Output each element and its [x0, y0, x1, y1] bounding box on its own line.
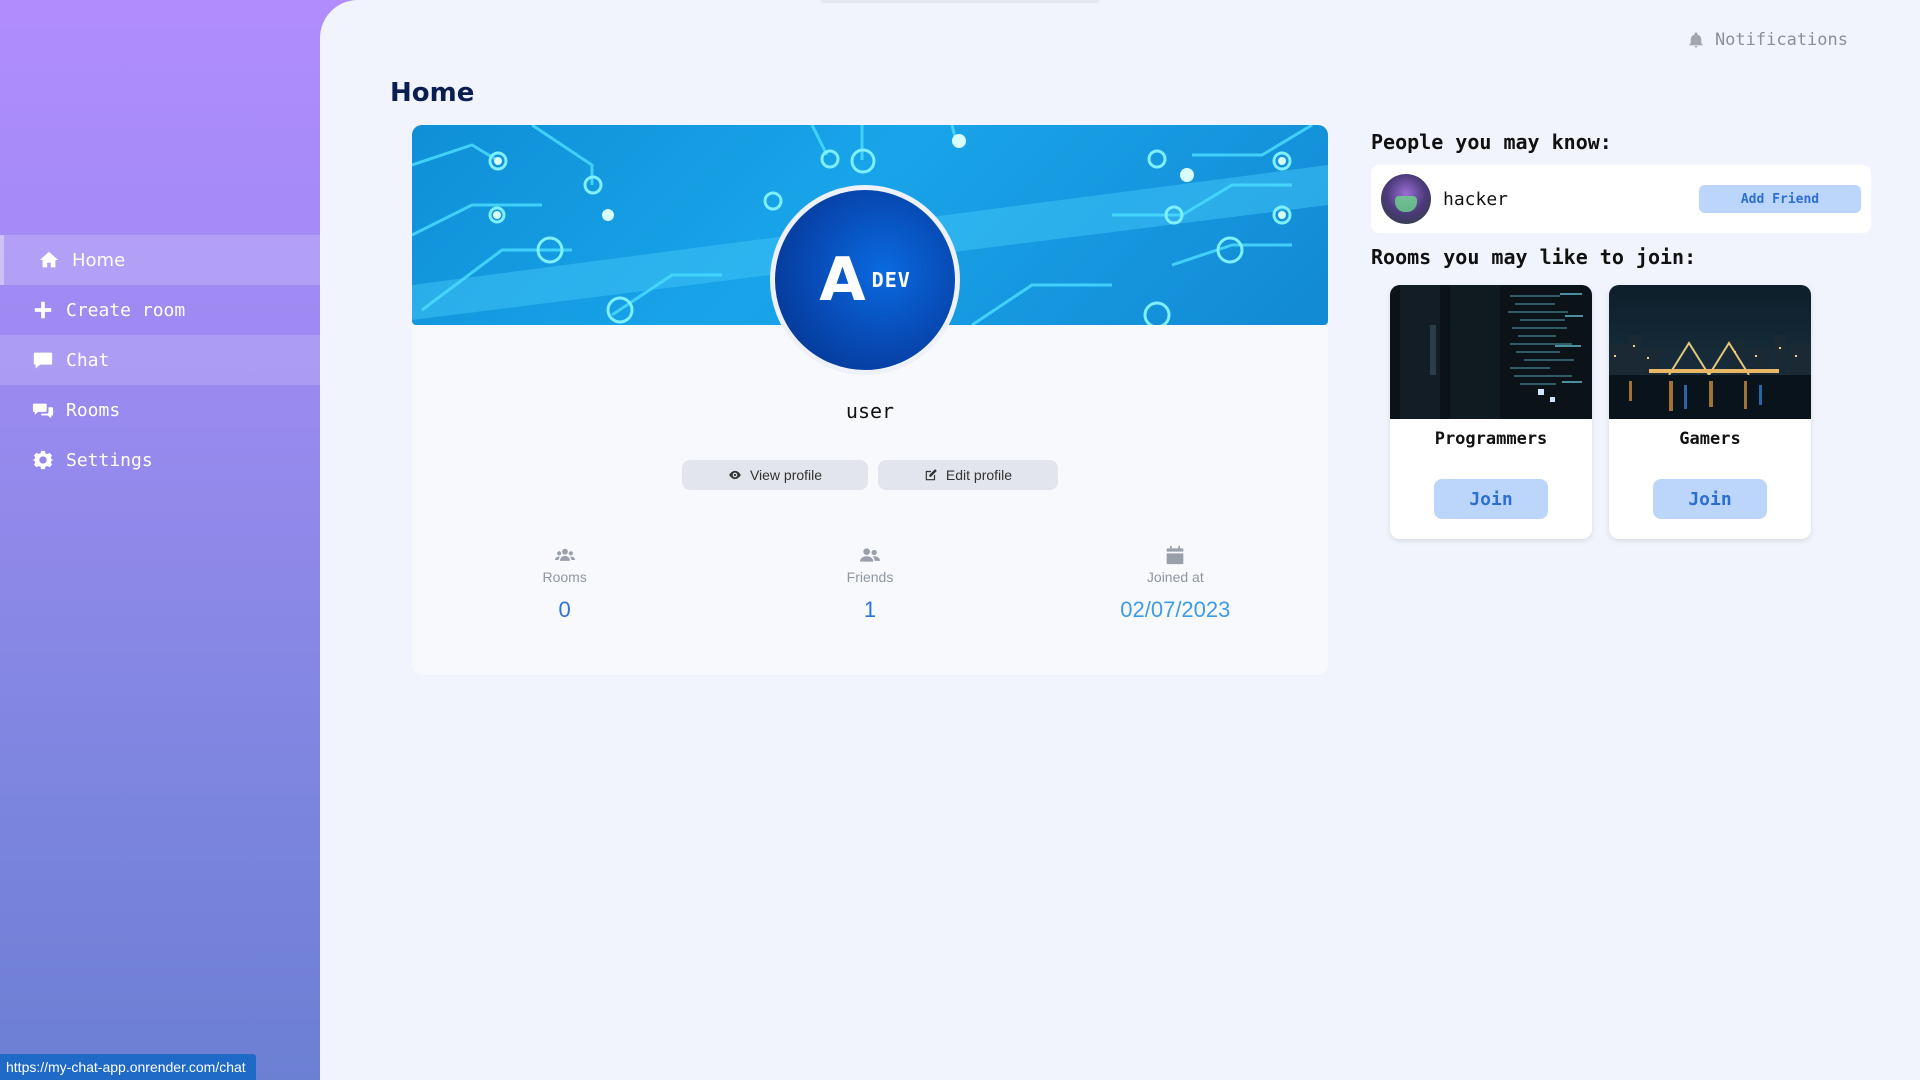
sidebar-item-chat[interactable]: Chat — [0, 335, 320, 385]
stat-rooms: Rooms 0 — [412, 545, 717, 623]
room-image — [1390, 285, 1592, 419]
stat-value: 02/07/2023 — [1120, 597, 1231, 622]
gear-icon — [32, 449, 54, 471]
room-card-gamers: Gamers Join — [1609, 285, 1811, 539]
profile-avatar: A DEV — [770, 185, 960, 375]
bell-icon — [1687, 31, 1715, 49]
sidebar-nav: Home Create room Chat Rooms Settings — [0, 235, 320, 485]
stat-joined: Joined at 02/07/2023 — [1023, 545, 1328, 623]
plus-icon — [32, 299, 54, 321]
avatar — [1381, 174, 1431, 224]
user-friends-icon — [717, 545, 1022, 567]
join-room-button[interactable]: Join — [1653, 479, 1767, 519]
sidebar-item-settings[interactable]: Settings — [0, 435, 320, 485]
sidebar-item-create-room[interactable]: Create room — [0, 285, 320, 335]
stat-label: Rooms — [542, 569, 587, 585]
view-profile-label: View profile — [749, 467, 823, 483]
room-name: Programmers — [1434, 429, 1548, 449]
sidebar-item-home[interactable]: Home — [0, 235, 320, 285]
sidebar-item-label: Rooms — [66, 399, 121, 421]
users-group-icon — [412, 545, 717, 567]
top-handle — [820, 0, 1100, 3]
stat-friends: Friends 1 — [717, 545, 1022, 623]
sidebar-item-label: Settings — [66, 449, 153, 471]
room-name: Gamers — [1679, 429, 1741, 449]
notifications-label: Notifications — [1714, 30, 1848, 50]
notifications-button[interactable]: Notifications — [1687, 30, 1848, 50]
main-panel: Notifications Home A DEV user View profi… — [320, 0, 1920, 1080]
join-room-button[interactable]: Join — [1434, 479, 1548, 519]
profile-card: A DEV user View profile Edit profile Roo… — [412, 125, 1328, 675]
calendar-icon — [1023, 545, 1328, 567]
people-heading: People you may know: — [1371, 130, 1612, 154]
add-friend-button[interactable]: Add Friend — [1699, 185, 1861, 213]
chat-icon — [32, 349, 54, 371]
sidebar-item-label: Chat — [66, 349, 110, 371]
sidebar-item-label: Home — [72, 249, 126, 271]
avatar-logo-letter: A — [819, 245, 866, 315]
stat-label: Joined at — [1146, 569, 1204, 585]
comments-icon — [32, 399, 54, 421]
sidebar-item-rooms[interactable]: Rooms — [0, 385, 320, 435]
stat-value: 0 — [558, 597, 571, 622]
sidebar: Home Create room Chat Rooms Settings — [0, 0, 320, 1080]
view-profile-button[interactable]: View profile — [682, 460, 868, 490]
friend-suggestion-card: hacker Add Friend — [1371, 165, 1871, 233]
edit-profile-label: Edit profile — [945, 467, 1013, 483]
page-title: Home — [390, 78, 475, 108]
profile-username: user — [845, 399, 895, 423]
profile-actions: View profile Edit profile — [682, 460, 1058, 490]
room-card-programmers: Programmers Join — [1390, 285, 1592, 539]
sidebar-item-label: Create room — [66, 299, 186, 321]
rooms-heading: Rooms you may like to join: — [1371, 245, 1697, 269]
room-image — [1609, 285, 1811, 419]
edit-profile-button[interactable]: Edit profile — [878, 460, 1058, 490]
edit-icon — [924, 468, 946, 482]
stat-label: Friends — [846, 569, 894, 585]
eye-icon — [728, 468, 750, 482]
status-bar-url: https://my-chat-app.onrender.com/chat — [0, 1054, 256, 1080]
stat-value: 1 — [863, 597, 877, 622]
friend-name: hacker — [1443, 188, 1509, 210]
home-icon — [38, 249, 60, 271]
profile-stats: Rooms 0 Friends 1 Joined at 02/07/2023 — [412, 545, 1328, 623]
avatar-logo-text: DEV — [871, 268, 911, 292]
